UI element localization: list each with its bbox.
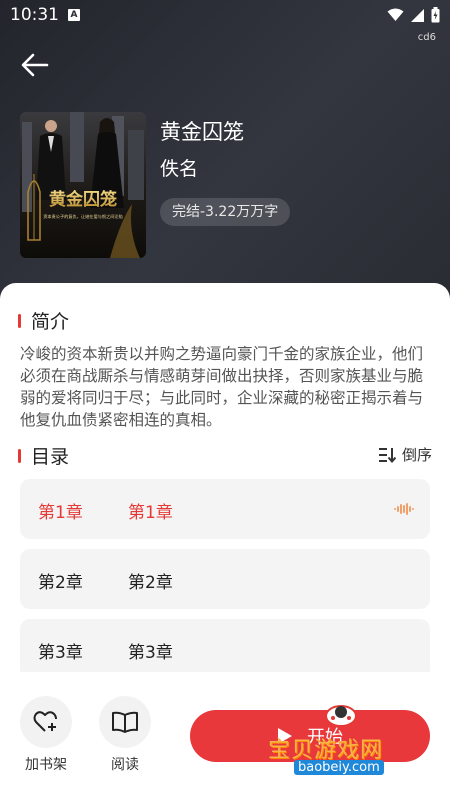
chapter-row-2[interactable]: 第2章 第2章	[20, 549, 430, 609]
status-time: 10:31	[10, 5, 59, 25]
catalog-heading: 目录	[31, 446, 70, 468]
carrier-label: cd6	[417, 32, 436, 43]
open-book-icon	[112, 711, 138, 733]
battery-icon	[431, 7, 440, 23]
read-label: 阅读	[111, 757, 139, 773]
watermark-url: baobeiy.com	[294, 760, 384, 775]
notification-a-icon: A	[68, 9, 80, 21]
book-cover-art: 黄金囚笼 资本贵公子的复仇，让她在爱与恨之间沦陷	[20, 112, 146, 258]
book-title: 黄金囚笼	[160, 120, 244, 144]
audio-wave-icon	[394, 503, 414, 515]
section-marker	[18, 448, 21, 463]
chapter-row-1[interactable]: 第1章 第1章	[20, 479, 430, 539]
cover-title-text: 黄金囚笼	[49, 189, 117, 210]
read-circle	[99, 696, 151, 748]
sort-icon	[378, 447, 396, 463]
sort-label: 倒序	[401, 446, 432, 464]
intro-header: 简介	[18, 307, 69, 334]
wifi-icon	[387, 8, 404, 21]
chapter-row-3[interactable]: 第3章 第3章	[20, 619, 430, 679]
catalog-header: 目录	[18, 442, 69, 469]
sort-order-toggle[interactable]: 倒序	[378, 444, 432, 465]
book-header: 10:31 A cd6 黄金囚笼 资本贵公子的复仇，让她在爱与恨之间沦陷 黄金囚…	[0, 0, 450, 300]
book-cover[interactable]: 黄金囚笼 资本贵公子的复仇，让她在爱与恨之间沦陷	[20, 112, 146, 258]
book-author: 佚名	[160, 158, 199, 180]
chapter-number: 第3章	[38, 643, 83, 663]
back-arrow-icon	[21, 53, 49, 77]
cover-subtitle-text: 资本贵公子的复仇，让她在爱与恨之间沦陷	[43, 213, 123, 220]
chapter-number: 第2章	[38, 573, 83, 593]
intro-heading: 简介	[31, 311, 70, 333]
add-to-shelf-circle	[20, 696, 72, 748]
chapter-title: 第1章	[128, 503, 173, 523]
site-watermark: 宝贝游戏网 baobeiy.com	[268, 700, 408, 782]
intro-text: 冷峻的资本新贵以并购之势逼向豪门千金的家族企业，他们必须在商战厮杀与情感萌芽间做…	[20, 345, 424, 429]
book-status-badge: 完结-3.22万万字	[160, 198, 291, 226]
detail-sheet: 简介 冷峻的资本新贵以并购之势逼向豪门千金的家族企业，他们必须在商战厮杀与情感萌…	[0, 283, 450, 703]
status-bar: 10:31 A cd6	[0, 0, 450, 43]
add-to-shelf-label: 加书架	[25, 757, 67, 773]
heart-plus-icon	[33, 711, 57, 732]
back-button[interactable]	[18, 48, 52, 82]
read-button[interactable]: 阅读	[95, 696, 155, 774]
system-icons	[387, 7, 440, 23]
chapter-title: 第2章	[128, 573, 173, 593]
signal-icon	[411, 8, 424, 22]
gamepad-icon	[325, 705, 357, 727]
add-to-shelf-button[interactable]: 加书架	[16, 696, 76, 774]
chapter-number: 第1章	[38, 503, 83, 523]
chapter-title: 第3章	[128, 643, 173, 663]
section-marker	[18, 313, 21, 328]
